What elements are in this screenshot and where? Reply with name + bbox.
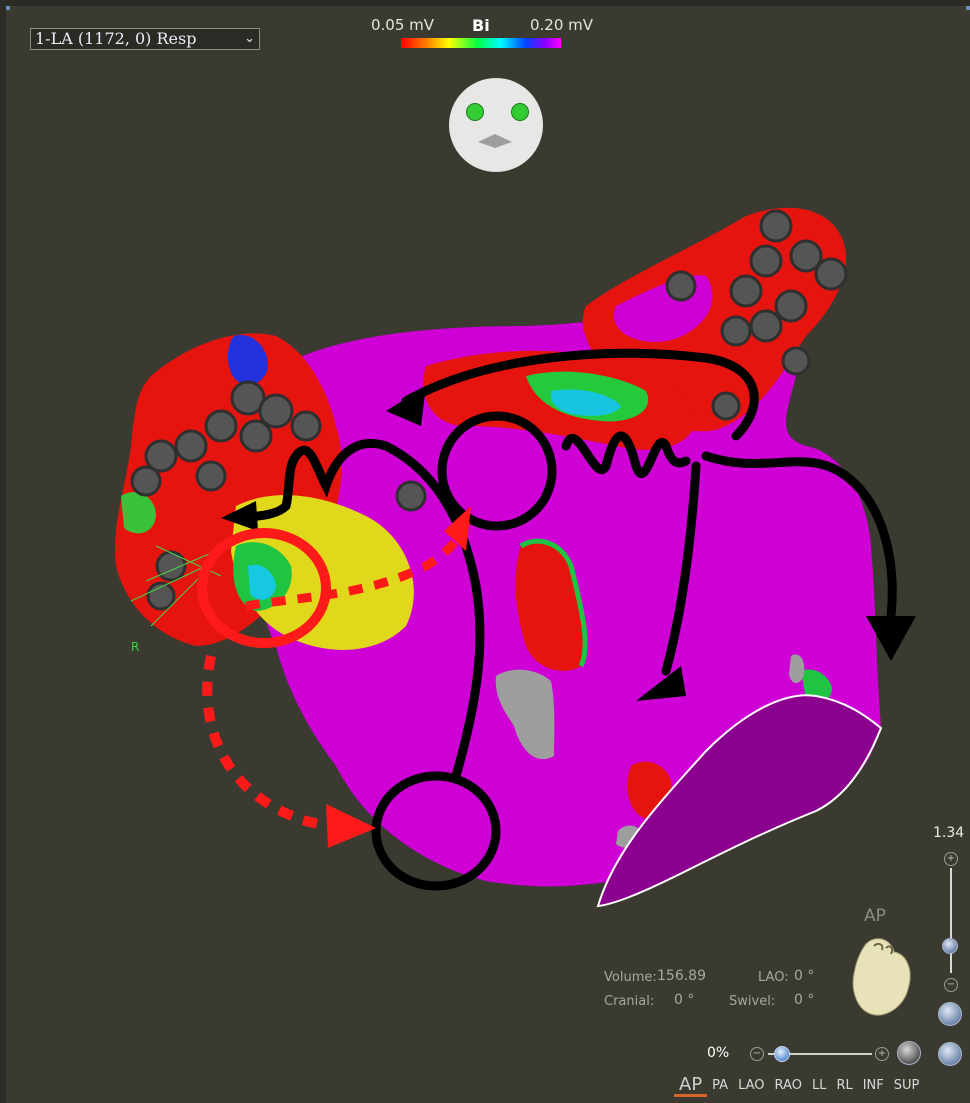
zoom-slider-track[interactable] — [950, 868, 952, 973]
tab-ll[interactable]: LL — [807, 1076, 832, 1097]
cranial-value: 0 ° — [674, 992, 695, 1008]
transparency-sphere-icon[interactable] — [897, 1041, 921, 1065]
zoom-level-value: 1.34 — [933, 825, 965, 841]
scale-min-label: 0.05 mV — [371, 16, 435, 34]
opacity-increase-button[interactable]: + — [875, 1047, 889, 1061]
zoom-in-button[interactable]: + — [944, 852, 958, 866]
heart-orientation-icon[interactable] — [846, 934, 918, 1024]
lao-label: LAO: — [758, 970, 789, 985]
lao-value: 0 ° — [794, 968, 815, 984]
tab-pa[interactable]: PA — [707, 1076, 733, 1097]
opacity-value: 0% — [707, 1045, 730, 1061]
heart-view-button[interactable] — [938, 1002, 962, 1026]
view-tabs: AP PA LAO RAO LL RL INF SUP — [674, 1076, 924, 1097]
swivel-label: Swivel: — [729, 994, 776, 1009]
map-selector-dropdown[interactable]: 1-LA (1172, 0) Resp ⌄ — [30, 28, 260, 50]
heart-reset-button[interactable] — [938, 1042, 962, 1066]
voltage-colorbar[interactable] — [401, 38, 561, 48]
tab-rao[interactable]: RAO — [770, 1076, 807, 1097]
opacity-decrease-button[interactable]: − — [750, 1047, 764, 1061]
tab-rl[interactable]: RL — [831, 1076, 857, 1097]
zoom-out-button[interactable]: − — [944, 978, 958, 992]
tab-inf[interactable]: INF — [858, 1076, 889, 1097]
orientation-marker: R — [131, 640, 139, 654]
tab-lao[interactable]: LAO — [733, 1076, 769, 1097]
current-view-label: AP — [864, 906, 886, 926]
tab-sup[interactable]: SUP — [889, 1076, 925, 1097]
opacity-slider-thumb[interactable] — [774, 1046, 790, 1062]
cranial-label: Cranial: — [604, 994, 655, 1009]
eye-icon — [511, 103, 529, 121]
scale-max-label: 0.20 mV — [530, 16, 594, 34]
eye-icon — [466, 103, 484, 121]
tab-ap[interactable]: AP — [674, 1076, 708, 1097]
scale-type-label: Bi — [472, 16, 490, 35]
volume-label: Volume: — [604, 970, 657, 985]
map-selector-value: 1-LA (1172, 0) Resp — [35, 29, 197, 48]
mouth-icon — [478, 134, 512, 148]
zoom-slider-thumb[interactable] — [942, 938, 958, 954]
volume-value: 156.89 — [657, 968, 706, 984]
patient-face-icon — [449, 78, 543, 172]
chevron-down-icon: ⌄ — [244, 31, 255, 46]
swivel-value: 0 ° — [794, 992, 815, 1008]
map-viewport[interactable]: R 1-LA (1172, 0) Resp ⌄ 0.05 mV Bi 0.20 … — [0, 0, 970, 1103]
